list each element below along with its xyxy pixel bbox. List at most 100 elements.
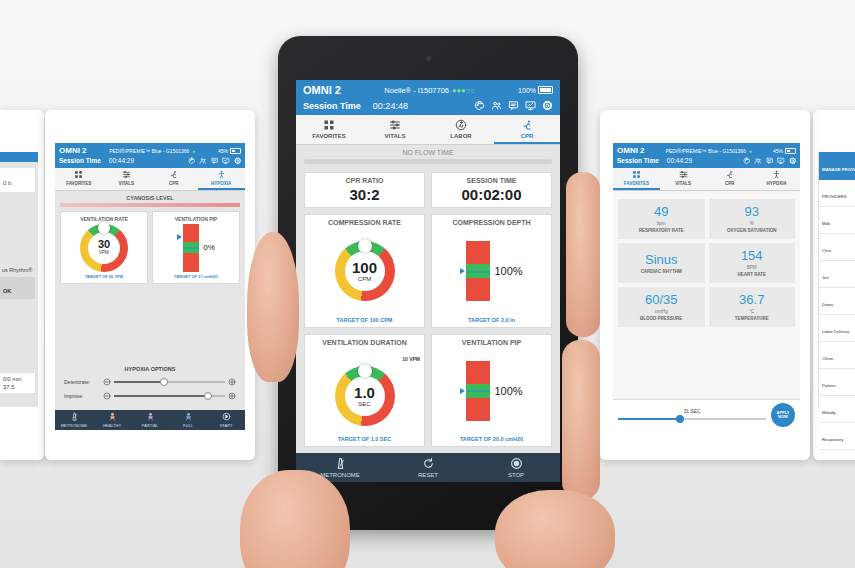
baby-icon [108,412,117,421]
gauge-unit: CPM [358,276,371,282]
bottom-button[interactable]: HEALTHY [93,412,131,428]
vital-label: OXYGEN SATURATION [727,228,776,233]
vital-tile[interactable]: 36.7°CTEMPERATURE [709,287,796,327]
list-item-label: Dama [822,302,833,307]
plus-icon[interactable] [228,378,236,386]
tab[interactable]: FAVORITES [296,115,362,144]
plus-icon[interactable] [228,392,236,400]
list-item[interactable]: Mild [819,207,855,234]
tab[interactable]: CPR [707,168,754,190]
bottom-button[interactable]: START [207,412,245,428]
ok-button[interactable]: OK [0,277,35,299]
chat-icon[interactable] [211,157,219,165]
vital-tile[interactable]: 93%OXYGEN SATURATION [709,199,796,239]
list-item[interactable]: Jen [819,261,855,288]
card-value: 00:02:00 [461,186,521,203]
chat-icon[interactable] [508,100,519,111]
people-icon[interactable] [491,100,502,111]
bottom-button[interactable]: PARTIAL [131,412,169,428]
bar-target-line [183,247,199,249]
vital-label: HEART RATE [737,272,766,277]
list-item-label: Mild [822,221,830,226]
tab[interactable]: HYPOXIA [753,168,800,190]
bottom-button[interactable]: STOP [472,457,560,478]
vital-label: RESPIRATORY RATE [639,228,684,233]
grid-icon [323,119,335,131]
bar-reading: 100% [494,385,522,397]
palette-icon[interactable] [474,100,485,111]
people-icon[interactable] [199,157,207,165]
hypoxia-cards: VENTILATION RATE30VPMTARGET OF 60 VPMVEN… [60,211,240,284]
slider-track[interactable] [114,395,225,397]
session-label: Session Time [303,101,361,111]
gear-icon[interactable] [234,157,242,165]
list-item-label: Labor Delivery [822,329,849,334]
gear-icon[interactable] [789,157,797,165]
tab[interactable]: CPR [494,115,560,144]
list-item[interactable]: Pattern [819,369,855,396]
tab-label: VITALS [385,133,406,139]
palette-icon[interactable] [188,157,196,165]
people-icon[interactable] [754,157,762,165]
card-target: TARGET OF 100 CPM [337,317,393,323]
reset-icon [422,457,435,470]
bar-track [466,361,490,421]
device-info: PEDI®/PREMIE™ Blue - G1501366● [91,148,214,154]
card-title: VENTILATION PIP [175,216,217,222]
list-item[interactable]: Labor Delivery [819,315,855,342]
vital-tile[interactable]: SinusCARDIAC RHYTHM [618,243,705,283]
slider-thumb[interactable] [160,378,168,386]
minus-icon[interactable] [103,378,111,386]
slider-track[interactable] [114,381,225,383]
tab-label: FAVORITES [624,181,649,186]
palette-icon[interactable] [743,157,751,165]
tab[interactable]: CPR [150,168,198,190]
monitor-icon[interactable] [777,157,785,165]
gauge-center: 100CPM [345,251,385,291]
vital-tile[interactable]: 60/35mmHgBLOOD PRESSURE [618,287,705,327]
chat-icon[interactable] [766,157,774,165]
tab[interactable]: VITALS [103,168,151,190]
vital-tile[interactable]: 49bpmRESPIRATORY RATE [618,199,705,239]
tab[interactable]: HYPOXIA [198,168,246,190]
battery-percent: 45% [218,148,228,154]
battery-fill [787,150,790,152]
cpr-icon [725,170,734,179]
battery-fill [540,88,551,92]
list-item[interactable]: Dama [819,288,855,315]
bottom-button[interactable]: FULL [169,412,207,428]
monitor-icon[interactable] [222,157,230,165]
spacer [613,331,800,400]
monitor-icon[interactable] [525,100,536,111]
bottom-bar: METRONOMERESETSTOP [296,453,560,482]
apply-now-button[interactable]: APPLY NOW [771,403,795,427]
list-item[interactable]: Respiratory [819,423,855,450]
gear-icon[interactable] [542,100,553,111]
tab[interactable]: VITALS [660,168,707,190]
bottom-button[interactable]: RESET [384,457,472,478]
tab[interactable]: LABOR [428,115,494,144]
signal-indicator: ● [192,148,195,154]
minus-icon[interactable] [103,392,111,400]
vital-value: 60/35 [645,292,678,307]
slider-thumb[interactable] [204,392,212,400]
bottom-button[interactable]: METRONOME [55,412,93,428]
tab[interactable]: FAVORITES [55,168,103,190]
metronome-icon [334,457,347,470]
list-item[interactable]: Chron [819,342,855,369]
cyanosis-section: CYANOSIS LEVEL [60,195,240,207]
tab[interactable]: FAVORITES [613,168,660,190]
card-title: SESSION TIME [467,177,517,184]
slider-label: Deteriorate: [64,379,100,385]
tab[interactable]: VITALS [362,115,428,144]
vital-unit: BPM [747,265,757,270]
list-item[interactable]: PROVIDERS [819,180,855,207]
header-icons [743,157,797,165]
slider-track[interactable] [618,418,766,420]
slider-thumb[interactable] [676,415,684,423]
list-item[interactable]: Chro [819,234,855,261]
list-item[interactable]: Melody [819,396,855,423]
hypoxia-slider: Deteriorate: [64,378,236,386]
card-target: TARGET OF 17 cmH2O [174,274,218,279]
vital-tile[interactable]: 154BPMHEART RATE [709,243,796,283]
